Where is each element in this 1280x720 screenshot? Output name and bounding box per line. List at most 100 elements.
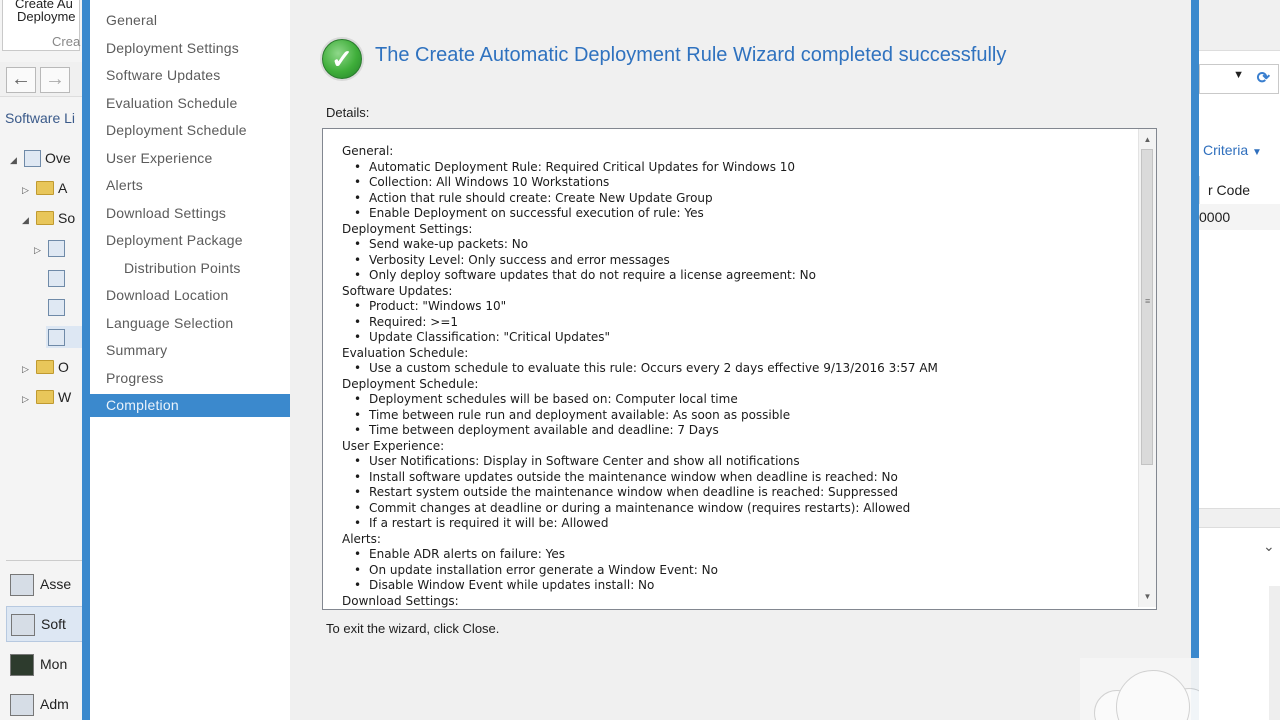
- tree-node-label: A: [58, 180, 68, 196]
- tree-node-update-groups[interactable]: ▷: [34, 237, 69, 259]
- workspace-label: Mon: [40, 656, 68, 672]
- refresh-icon[interactable]: ⟳: [1257, 68, 1270, 88]
- tree-node-overview[interactable]: ◢ Ove: [10, 147, 71, 169]
- update-node-icon: [48, 239, 65, 257]
- completion-page: ✓ The Create Automatic Deployment Rule W…: [290, 0, 1191, 720]
- tree-node-all-updates[interactable]: [46, 267, 69, 289]
- details-list-item: Time between deployment available and de…: [342, 423, 1132, 439]
- grip-icon: ≡: [1145, 296, 1151, 306]
- navigation-bar: ← →: [0, 62, 82, 97]
- completion-headline: The Create Automatic Deployment Rule Wiz…: [375, 44, 1007, 66]
- details-list-item: Install software updates outside the mai…: [342, 470, 1132, 486]
- details-section-heading: Evaluation Schedule:: [342, 345, 469, 360]
- details-textbox[interactable]: General: Automatic Deployment Rule: Requi…: [322, 128, 1157, 610]
- horizontal-scrollbar[interactable]: [1199, 508, 1280, 528]
- details-section-heading: Alerts:: [342, 531, 381, 546]
- details-list-item: Product: "Windows 10": [342, 299, 1132, 315]
- rule-node-icon: [48, 328, 65, 346]
- forward-arrow-icon[interactable]: →: [40, 67, 70, 93]
- step-download-settings: Download Settings: [106, 205, 227, 221]
- details-label: Details:: [326, 105, 370, 120]
- step-general: General: [106, 12, 158, 28]
- step-evaluation-schedule: Evaluation Schedule: [106, 95, 238, 111]
- workspace-monitoring[interactable]: Mon: [10, 647, 82, 681]
- scroll-up-icon[interactable]: ▲: [1139, 131, 1156, 148]
- step-deployment-package: Deployment Package: [106, 232, 243, 248]
- details-list-item: Enable Deployment on successful executio…: [342, 206, 1132, 222]
- step-user-experience: User Experience: [106, 150, 213, 166]
- scroll-thumb[interactable]: ≡: [1141, 149, 1153, 465]
- details-list-item: Commit changes at deadline or during a m…: [342, 501, 1132, 517]
- details-list-item: Update Classification: "Critical Updates…: [342, 330, 1132, 346]
- details-list-item: Disable Window Event while updates insta…: [342, 578, 1132, 594]
- details-list-item: Deployment schedules will be based on: C…: [342, 392, 1132, 408]
- package-node-icon: [48, 298, 65, 316]
- step-progress: Progress: [106, 370, 164, 386]
- workspace-software-library[interactable]: Soft: [6, 606, 82, 642]
- console-left-pane: Create Au Deployme Crea ← → Software Li …: [0, 0, 82, 720]
- workspace-assets[interactable]: Asse: [10, 567, 82, 601]
- workspace-label: Soft: [41, 616, 66, 632]
- details-section-heading: User Experience:: [342, 438, 445, 453]
- expanded-icon: ◢: [22, 215, 29, 225]
- criteria-button[interactable]: Criteria ▼: [1203, 142, 1262, 158]
- details-list-item: Restart system outside the maintenance w…: [342, 485, 1132, 501]
- tree-node-folder[interactable]: ▷ A: [22, 177, 67, 199]
- console-right-pane: ▼ ⟳ Criteria ▼ r Code 0000 ⌄: [1199, 0, 1280, 720]
- details-list-item: Required: >=1: [342, 315, 1132, 331]
- table-cell[interactable]: 0000: [1199, 204, 1280, 230]
- tree-node-folder[interactable]: ▷ O: [22, 356, 69, 378]
- tree-node-folder[interactable]: ▷ W: [22, 386, 71, 408]
- column-header[interactable]: r Code: [1199, 176, 1280, 205]
- details-section-heading: Deployment Settings:: [342, 221, 473, 236]
- details-list-item: Collection: All Windows 10 Workstations: [342, 175, 1132, 191]
- details-list-item: Only deploy software updates that do not…: [342, 268, 1132, 284]
- step-summary: Summary: [106, 342, 168, 358]
- details-section-heading: Software Updates:: [342, 283, 453, 298]
- exit-instructions: To exit the wizard, click Close.: [326, 621, 500, 636]
- step-download-location: Download Location: [106, 287, 229, 303]
- workspace-administration[interactable]: Adm: [10, 687, 82, 720]
- expanded-icon: ◢: [10, 155, 17, 165]
- pane-divider: [6, 560, 82, 561]
- details-list-item: On update installation error generate a …: [342, 563, 1132, 579]
- step-completion: Completion: [90, 394, 290, 417]
- ribbon-group-label: Crea: [52, 34, 81, 49]
- window-frame-left: [82, 0, 90, 720]
- software-library-icon: [11, 614, 35, 637]
- criteria-label: Criteria: [1203, 142, 1249, 158]
- workspace-label: Asse: [40, 576, 72, 592]
- tree-node-adr[interactable]: [46, 326, 82, 348]
- cloud-watermark-icon: [1080, 658, 1199, 720]
- chevron-down-icon: ▼: [1252, 147, 1262, 158]
- step-language-selection: Language Selection: [106, 315, 234, 331]
- tree-node-label: Ove: [45, 150, 71, 166]
- folder-icon: [36, 211, 54, 226]
- details-list-item: If a restart is required it will be: All…: [342, 516, 1132, 532]
- back-arrow-icon[interactable]: ←: [6, 67, 36, 93]
- administration-icon: [10, 694, 34, 717]
- tree-node-label: W: [58, 389, 72, 405]
- dropdown-arrow-icon: ▼: [1233, 69, 1244, 81]
- chevron-down-icon[interactable]: ⌄: [1263, 538, 1275, 555]
- tree-node-deployment-packages[interactable]: [46, 296, 69, 318]
- search-combo[interactable]: ▼ ⟳: [1199, 64, 1279, 94]
- folder-icon: [36, 181, 54, 196]
- details-section-heading: Download Settings:: [342, 593, 459, 608]
- vertical-scrollbar[interactable]: [1269, 586, 1280, 720]
- details-list-item: Action that rule should create: Create N…: [342, 191, 1132, 207]
- create-adr-wizard-dialog: General Deployment Settings Software Upd…: [82, 0, 1199, 720]
- ribbon-strip: [1199, 0, 1280, 51]
- collapsed-icon: ▷: [22, 364, 29, 374]
- assets-icon: [10, 574, 34, 597]
- success-check-icon: ✓: [322, 39, 362, 79]
- scroll-down-icon[interactable]: ▼: [1139, 588, 1156, 605]
- tree-node-software-updates[interactable]: ◢ So: [22, 207, 75, 229]
- ribbon-button-line: Deployme: [17, 9, 76, 24]
- details-scrollbar[interactable]: ▲ ≡ ▼: [1138, 129, 1156, 607]
- overview-icon: [24, 149, 41, 167]
- folder-icon: [36, 390, 54, 405]
- workspace-label: Adm: [40, 696, 69, 712]
- details-list-item: Automatic Deployment Rule: Required Crit…: [342, 160, 1132, 176]
- tree-node-label: So: [58, 210, 76, 226]
